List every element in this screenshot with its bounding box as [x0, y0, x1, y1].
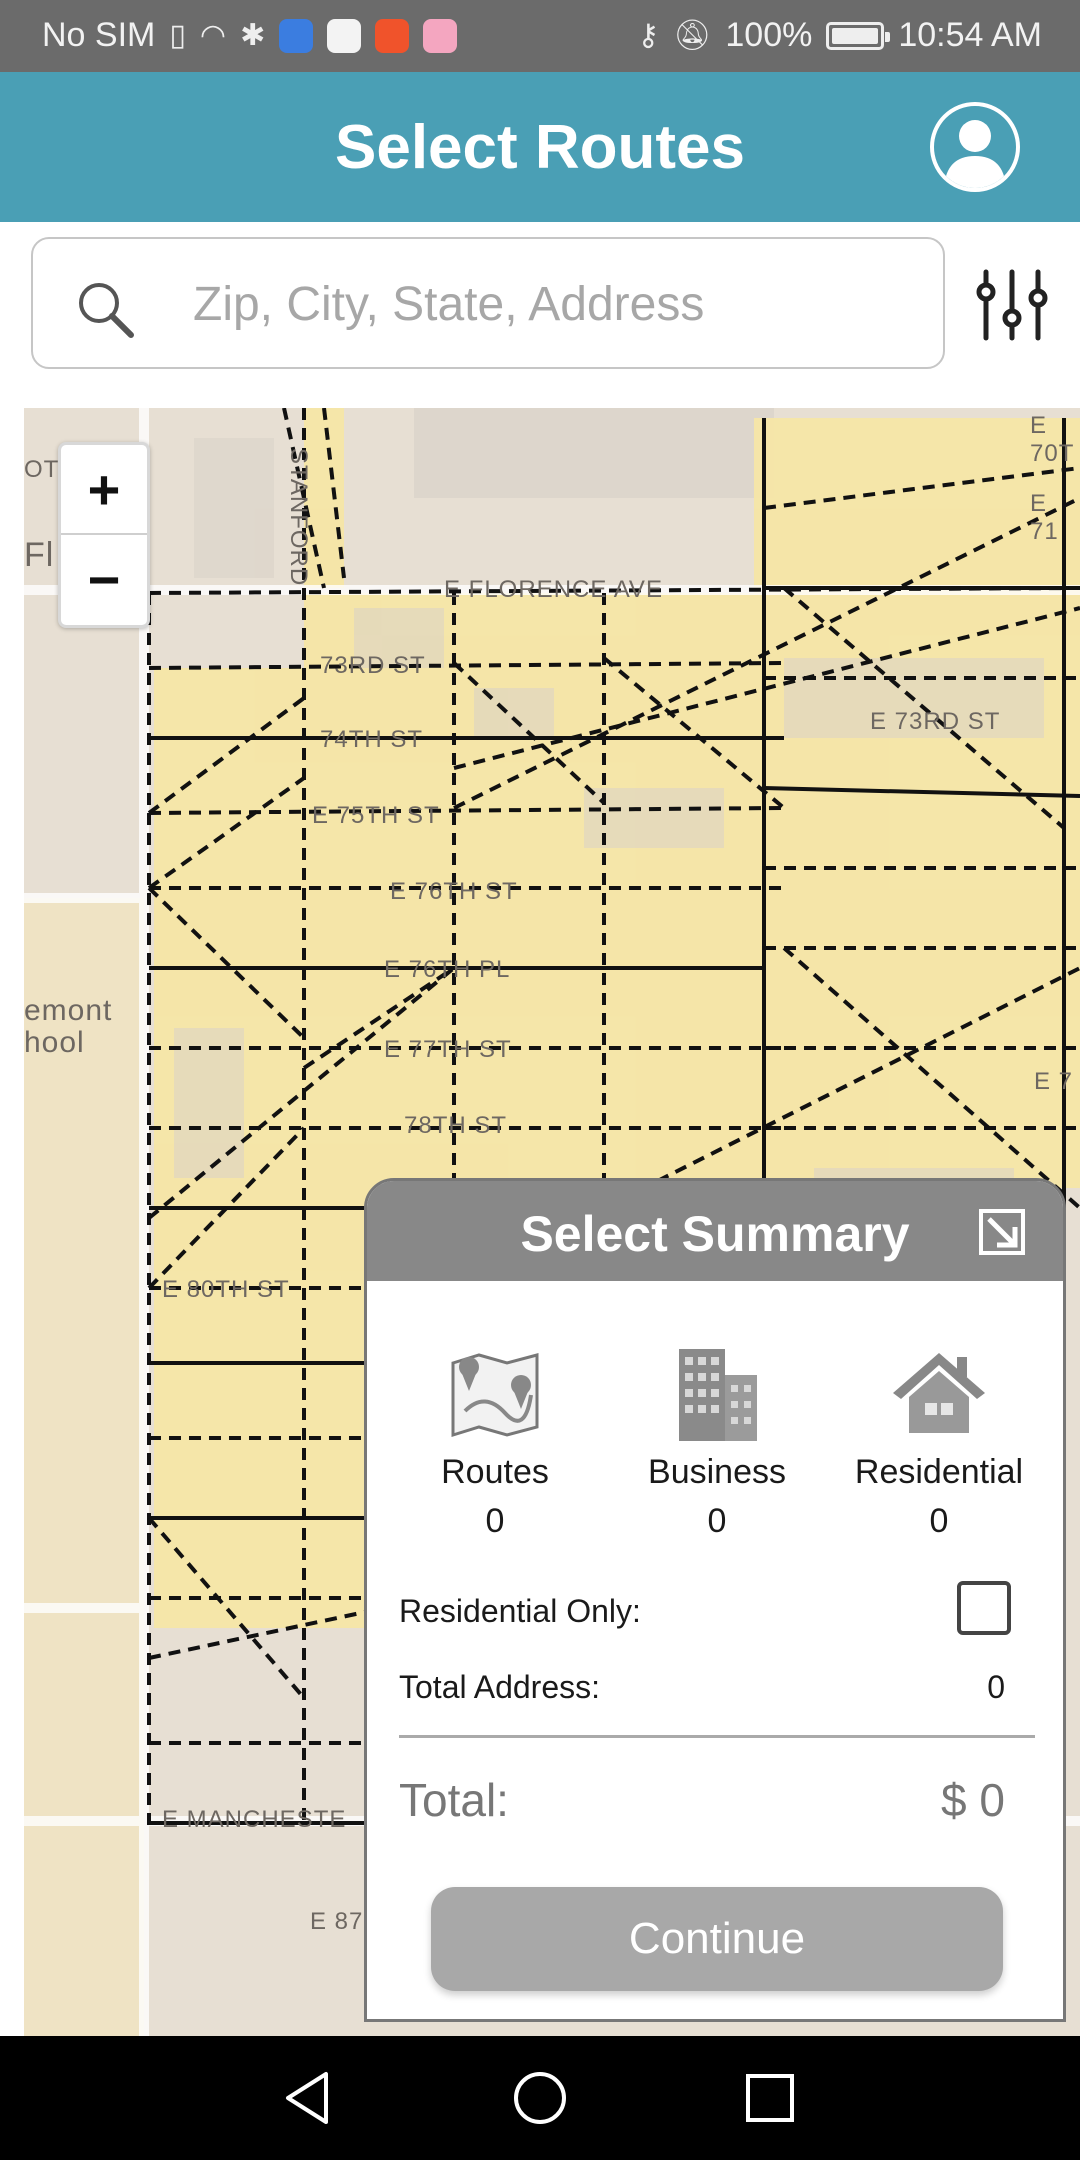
sim-alert-icon: ▯ — [169, 19, 186, 52]
vpn-key-icon: ⚷ — [637, 19, 660, 52]
battery-percent: 100% — [725, 16, 813, 54]
house-icon — [893, 1353, 985, 1433]
total-label: Total: — [399, 1774, 509, 1826]
map-label: E 77TH ST — [384, 1036, 512, 1063]
residential-only-row: Residential Only: — [399, 1593, 1035, 1630]
residential-label: Residential — [854, 1453, 1024, 1491]
bell-off-icon: 🔕︎ — [673, 19, 712, 52]
sliders-icon — [976, 269, 1048, 341]
map-label: 73RD ST — [320, 652, 426, 679]
map-routes-icon — [451, 1353, 539, 1438]
map-label: E 76TH ST — [390, 878, 518, 905]
square-recents-icon[interactable] — [740, 2068, 800, 2128]
carrier-text: No SIM — [42, 16, 156, 54]
map-label: E 75TH ST — [312, 802, 440, 829]
photos-app-icon — [423, 18, 458, 53]
expand-arrow-icon — [979, 1209, 1025, 1255]
total-row: Total: $ 0 — [399, 1773, 1035, 1827]
map-label: 74TH ST — [320, 726, 424, 753]
map-label: E FLORENCE AVE — [444, 576, 663, 603]
summary-stats: Routes 0 Business 0 Residential 0 — [367, 1341, 1063, 1561]
map-label: emont — [24, 994, 113, 1027]
video-app-icon — [375, 18, 410, 53]
select-summary-panel: Select Summary Routes 0 Business 0 Resid… — [364, 1178, 1066, 2022]
system-nav-bar — [0, 2036, 1080, 2160]
map-label: STANFORD — [285, 448, 312, 587]
map-label: E MANCHESTE — [162, 1806, 347, 1833]
total-amount: $ 0 — [941, 1774, 1005, 1826]
profile-button[interactable] — [930, 102, 1020, 192]
total-address-value: 0 — [987, 1669, 1005, 1705]
business-label: Business — [648, 1453, 786, 1491]
zoom-in-button[interactable]: + — [61, 445, 147, 535]
zoom-out-button[interactable]: − — [61, 535, 147, 625]
map-label: E 80TH ST — [162, 1276, 290, 1303]
total-address-label: Total Address: — [399, 1669, 600, 1705]
residential-only-label: Residential Only: — [399, 1593, 641, 1629]
filter-button[interactable] — [972, 268, 1052, 342]
circle-home-icon[interactable] — [510, 2068, 570, 2128]
map-label: E 76TH PL — [384, 956, 511, 983]
map-label: E 87 — [310, 1908, 364, 1935]
wifi-icon: ◠ — [199, 19, 227, 52]
residential-count: 0 — [929, 1502, 949, 1540]
divider — [399, 1735, 1035, 1738]
search-box[interactable] — [31, 237, 945, 369]
stat-routes: Routes 0 — [385, 1341, 605, 1541]
routes-label: Routes — [441, 1453, 549, 1491]
school-area — [24, 898, 144, 2036]
routes-count: 0 — [485, 1502, 505, 1540]
battery-icon — [826, 21, 891, 50]
status-bar: No SIM ▯ ◠ ✱ ⚷ 🔕︎ 100% 10:54 AM — [0, 0, 1080, 72]
office-building-icon — [679, 1349, 757, 1441]
residential-only-checkbox[interactable] — [957, 1581, 1011, 1635]
map-label: E 73RD ST — [870, 708, 1001, 735]
expand-button[interactable] — [977, 1207, 1027, 1257]
news-app-icon — [327, 18, 362, 53]
map-label: E 7 — [1034, 1068, 1074, 1095]
map-label: E 71 — [1030, 490, 1059, 545]
map-label: 78TH ST — [404, 1112, 508, 1139]
app-header: Select Routes — [0, 72, 1080, 222]
clock: 10:54 AM — [898, 16, 1042, 54]
search-icon — [79, 283, 134, 338]
user-avatar-icon — [944, 120, 1006, 188]
zoom-control: + − — [58, 442, 150, 628]
page-title: Select Routes — [334, 113, 746, 182]
search-input[interactable] — [193, 261, 923, 347]
stat-business: Business 0 — [607, 1341, 827, 1541]
continue-button[interactable]: Continue — [431, 1887, 1003, 1991]
music-app-icon — [279, 18, 314, 53]
summary-title: Select Summary — [520, 1206, 910, 1262]
map-label: hool — [24, 1026, 85, 1059]
settings-gear-icon: ✱ — [240, 19, 266, 52]
summary-header: Select Summary — [367, 1181, 1063, 1281]
business-count: 0 — [707, 1502, 727, 1540]
total-address-row: Total Address: 0 — [399, 1669, 1035, 1706]
stat-residential: Residential 0 — [829, 1341, 1049, 1541]
triangle-back-icon[interactable] — [278, 2068, 338, 2128]
map-label: E 70T — [1030, 412, 1075, 467]
